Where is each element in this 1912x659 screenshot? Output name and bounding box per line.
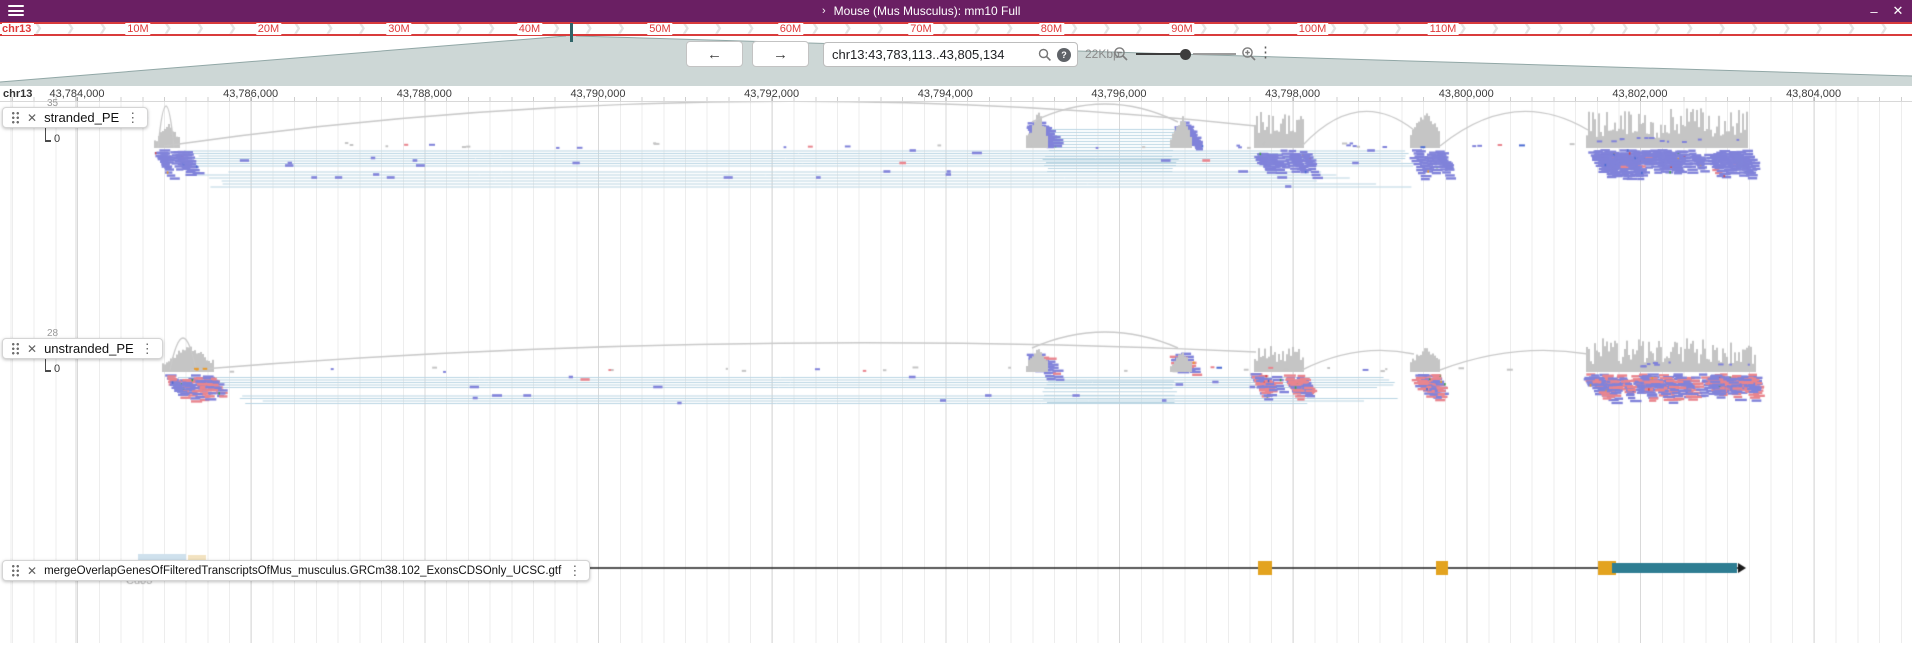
overview-tick-label: 80M (1039, 23, 1064, 35)
overview-tick-label: 110M (1428, 23, 1459, 35)
drag-handle-icon[interactable] (11, 564, 20, 577)
current-region-marker (570, 23, 573, 42)
track-label: unstranded_PE (44, 341, 134, 356)
zoom-slider-thumb[interactable] (1180, 49, 1191, 60)
jbrowse-window: › Mouse (Mus Musculus): mm10 Full – ✕ ❯❯… (0, 0, 1912, 659)
ruler-ticks (0, 97, 1912, 101)
search-icon[interactable] (1038, 48, 1052, 62)
overview-tick-label: 100M (1297, 23, 1329, 35)
track-label: stranded_PE (44, 110, 119, 125)
overview-chromosome-label: chr13 (2, 23, 34, 35)
view-menu-icon[interactable]: ⋮ (1258, 44, 1273, 62)
track1-ymin-label: 0 (54, 133, 60, 145)
overview-tick-label: 10M (125, 23, 150, 35)
overview-tick-label: 20M (256, 23, 281, 35)
track-menu-icon[interactable]: ⋮ (568, 564, 581, 577)
location-input[interactable] (824, 47, 1038, 62)
overview-tick-label: 70M (908, 23, 933, 35)
location-search-box[interactable]: ? (823, 42, 1078, 67)
close-window-button[interactable]: ✕ (1886, 0, 1910, 22)
track-header-stranded-pe[interactable]: ✕ stranded_PE ⋮ (2, 107, 148, 128)
strand-chevrons: ❯❯❯❯❯❯❯❯❯❯❯❯❯❯❯❯❯❯❯❯❯❯❯❯❯❯❯❯❯❯❯❯❯❯❯❯❯❯❯❯… (0, 24, 1912, 34)
chevron-right-icon[interactable]: › (822, 5, 826, 17)
back-button[interactable]: ← (686, 41, 743, 67)
menu-icon[interactable] (8, 5, 24, 17)
track2-axis-tick (45, 370, 51, 372)
drag-handle-icon[interactable] (11, 342, 20, 355)
drag-handle-icon[interactable] (11, 111, 20, 124)
track-menu-icon[interactable]: ⋮ (141, 342, 154, 355)
coordinate-ruler[interactable]: chr13 43,784,00043,786,00043,788,00043,7… (0, 86, 1912, 102)
forward-button[interactable]: → (752, 41, 809, 67)
track2-ymin-label: 0 (54, 363, 60, 375)
overview-tick-label: 50M (647, 23, 672, 35)
chromosome-overview-ruler[interactable]: ❯❯❯❯❯❯❯❯❯❯❯❯❯❯❯❯❯❯❯❯❯❯❯❯❯❯❯❯❯❯❯❯❯❯❯❯❯❯❯❯… (0, 22, 1912, 36)
overview-tick-label: 60M (778, 23, 803, 35)
help-icon[interactable]: ? (1057, 48, 1071, 62)
overview-tick-label: 30M (386, 23, 411, 35)
track-header-gtf[interactable]: ✕ mergeOverlapGenesOfFilteredTranscripts… (2, 560, 590, 581)
zoom-out-icon[interactable] (1113, 46, 1129, 62)
overview-tick-label: 90M (1169, 23, 1194, 35)
minimize-button[interactable]: – (1862, 0, 1886, 22)
zoom-slider-track-right[interactable] (1193, 53, 1236, 55)
overview-tick-label: 40M (517, 23, 542, 35)
track-header-unstranded-pe[interactable]: ✕ unstranded_PE ⋮ (2, 338, 163, 359)
close-track-icon[interactable]: ✕ (27, 112, 37, 124)
zoom-in-icon[interactable] (1241, 46, 1257, 62)
app-bar: › Mouse (Mus Musculus): mm10 Full – ✕ (0, 0, 1912, 22)
view-title: › Mouse (Mus Musculus): mm10 Full (822, 0, 1020, 22)
assembly-title: Mouse (Mus Musculus): mm10 Full (834, 4, 1021, 18)
track1-axis-tick (45, 140, 51, 142)
track-menu-icon[interactable]: ⋮ (126, 111, 139, 124)
track-label: mergeOverlapGenesOfFilteredTranscriptsOf… (44, 565, 561, 577)
zoom-slider-track[interactable] (1136, 53, 1182, 55)
close-track-icon[interactable]: ✕ (27, 565, 37, 577)
close-track-icon[interactable]: ✕ (27, 343, 37, 355)
